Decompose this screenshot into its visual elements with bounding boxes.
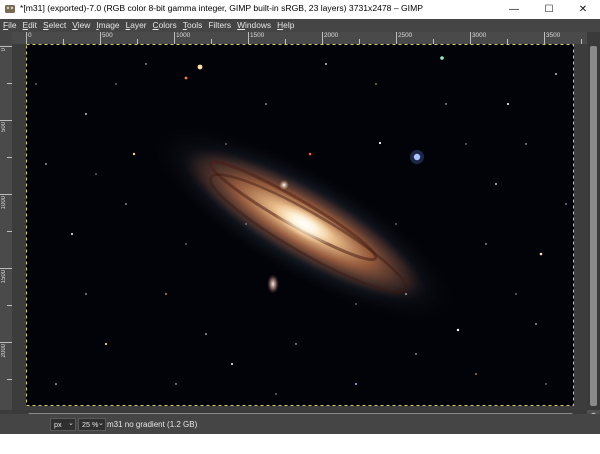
ruler-label: 500 [1,122,7,133]
ruler-label: 0 [1,48,7,52]
chevron-down-icon: ⌄ [98,420,104,427]
ruler-corner[interactable] [0,32,12,44]
ruler-label: 2000 [324,32,339,39]
galaxy-image [26,44,574,406]
menu-file[interactable]: File [0,19,20,32]
vertical-ruler[interactable]: 0 500 1000 1500 2000 [0,44,12,410]
menu-filters[interactable]: Filters [205,19,234,32]
unit-value: px [54,420,62,429]
ruler-label: 3000 [472,32,487,39]
minimize-button[interactable]: — [497,0,531,19]
image-canvas[interactable] [26,44,574,406]
menu-select[interactable]: Select [40,19,69,32]
menu-edit[interactable]: Edit [20,19,40,32]
ruler-label: 1000 [176,32,191,39]
title-bar: *[m31] (exported)-7.0 (RGB color 8-bit g… [0,0,600,19]
vertical-scroll-thumb[interactable] [590,46,597,406]
zoom-value: 25 % [82,420,99,429]
window-title: *[m31] (exported)-7.0 (RGB color 8-bit g… [20,3,423,13]
chevron-down-icon: ⌄ [68,420,74,427]
close-button[interactable]: ✕ [566,0,600,19]
menu-image[interactable]: Image [93,19,122,32]
zoom-select[interactable]: 25 % ⌄ [78,418,106,431]
maximize-button[interactable]: ☐ [532,0,566,19]
close-icon: ✕ [578,4,588,15]
ruler-label: 1500 [1,270,7,284]
status-message: m31 no gradient (1.2 GB) [107,420,198,429]
ruler-label: 3500 [546,32,561,39]
ruler-label: 2000 [1,344,7,358]
menu-layer[interactable]: Layer [123,19,150,32]
unit-select[interactable]: px ⌄ [50,418,76,431]
menu-colors[interactable]: Colors [150,19,180,32]
ruler-label: 500 [102,32,113,39]
menu-tools[interactable]: Tools [180,19,206,32]
ruler-label: 0 [28,32,32,39]
menu-windows[interactable]: Windows [234,19,274,32]
horizontal-ruler[interactable]: 0 500 1000 1500 2000 2500 3000 3500 [12,32,587,44]
menu-view[interactable]: View [69,19,93,32]
ruler-label: 2500 [398,32,413,39]
minimize-icon: — [509,4,519,15]
maximize-icon: ☐ [544,4,554,15]
menu-bar: File Edit Select View Image Layer Colors… [0,19,600,32]
window-bottom [0,434,600,454]
ruler-label: 1500 [250,32,265,39]
ruler-label: 1000 [1,196,7,210]
menu-help[interactable]: Help [274,19,297,32]
gimp-icon [5,5,15,13]
